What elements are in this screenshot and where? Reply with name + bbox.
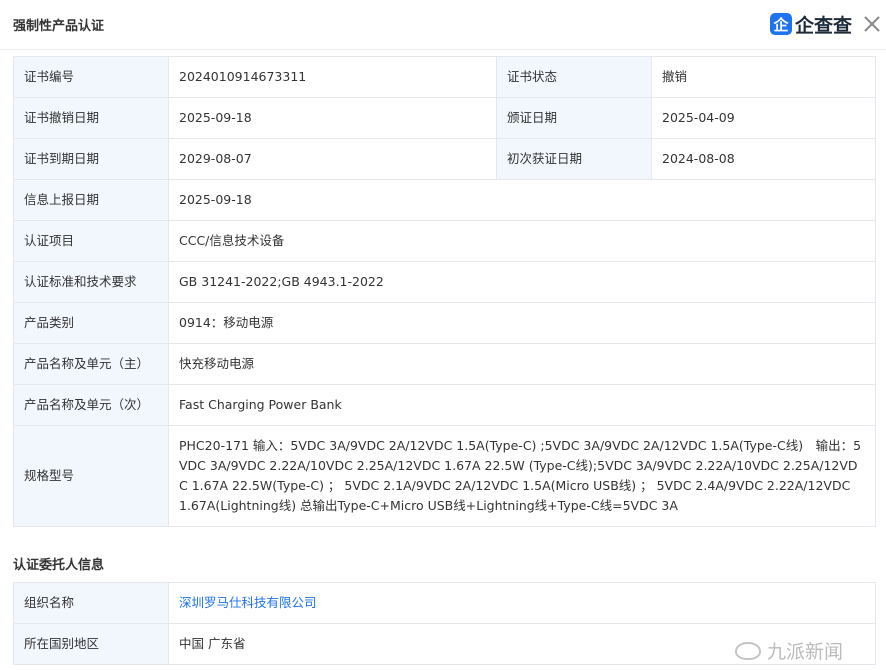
product-name-main-value: 快充移动电源	[168, 343, 876, 385]
info-date-value: 2025-09-18	[168, 179, 876, 221]
cert-number-value: 2024010914673311	[168, 56, 497, 98]
org-name-label: 组织名称	[13, 582, 169, 624]
expire-date-label: 证书到期日期	[13, 138, 169, 180]
watermark-text: 九派新闻	[767, 641, 844, 663]
certificate-table: 证书编号 2024010914673311 证书状态 撤销 证书撤销日期 202…	[13, 56, 876, 527]
logo-text: 企查查	[795, 14, 853, 37]
header-bar: 强制性产品认证 企 企查查	[0, 0, 886, 50]
qichacha-logo[interactable]: 企 企查查	[770, 10, 852, 38]
watermark: 九派新闻	[735, 637, 843, 664]
weibo-icon	[735, 641, 761, 660]
table-row: 规格型号 PHC20-171 输入：5VDC 3A/9VDC 2A/12VDC …	[13, 425, 876, 527]
cert-item-value: CCC/信息技术设备	[168, 220, 876, 262]
revoke-date-label: 证书撤销日期	[13, 97, 169, 139]
revoke-date-value: 2025-09-18	[168, 97, 497, 139]
spec-value: PHC20-171 输入：5VDC 3A/9VDC 2A/12VDC 1.5A(…	[168, 425, 876, 527]
table-row: 产品类别 0914：移动电源	[13, 302, 876, 344]
table-row: 证书撤销日期 2025-09-18 颁证日期 2025-04-09	[13, 97, 876, 139]
table-row: 信息上报日期 2025-09-18	[13, 179, 876, 221]
table-row: 产品名称及单元（主） 快充移动电源	[13, 343, 876, 385]
table-row: 产品名称及单元（次） Fast Charging Power Bank	[13, 384, 876, 426]
table-row: 证书到期日期 2029-08-07 初次获证日期 2024-08-08	[13, 138, 876, 180]
product-name-main-label: 产品名称及单元（主）	[13, 343, 169, 385]
cert-number-label: 证书编号	[13, 56, 169, 98]
table-row: 认证标准和技术要求 GB 31241-2022;GB 4943.1-2022	[13, 261, 876, 303]
first-date-value: 2024-08-08	[651, 138, 876, 180]
standard-value: GB 31241-2022;GB 4943.1-2022	[168, 261, 876, 303]
spec-label: 规格型号	[13, 425, 169, 527]
product-name-sub-value: Fast Charging Power Bank	[168, 384, 876, 426]
table-row: 证书编号 2024010914673311 证书状态 撤销	[13, 56, 876, 98]
category-value: 0914：移动电源	[168, 302, 876, 344]
standard-label: 认证标准和技术要求	[13, 261, 169, 303]
applicant-section-title: 认证委托人信息	[13, 558, 105, 573]
region-label: 所在国别地区	[13, 623, 169, 665]
product-name-sub-label: 产品名称及单元（次）	[13, 384, 169, 426]
expire-date-value: 2029-08-07	[168, 138, 497, 180]
close-icon[interactable]	[862, 14, 882, 34]
page-title: 强制性产品认证	[13, 19, 105, 34]
cert-status-value: 撤销	[651, 56, 876, 98]
org-name-cell: 深圳罗马仕科技有限公司	[168, 582, 876, 624]
first-date-label: 初次获证日期	[496, 138, 652, 180]
issue-date-value: 2025-04-09	[651, 97, 876, 139]
info-date-label: 信息上报日期	[13, 179, 169, 221]
cert-status-label: 证书状态	[496, 56, 652, 98]
category-label: 产品类别	[13, 302, 169, 344]
table-row: 组织名称 深圳罗马仕科技有限公司	[13, 582, 876, 624]
issue-date-label: 颁证日期	[496, 97, 652, 139]
org-name-link[interactable]: 深圳罗马仕科技有限公司	[179, 595, 317, 610]
cert-item-label: 认证项目	[13, 220, 169, 262]
table-row: 认证项目 CCC/信息技术设备	[13, 220, 876, 262]
logo-mark: 企	[770, 13, 792, 35]
